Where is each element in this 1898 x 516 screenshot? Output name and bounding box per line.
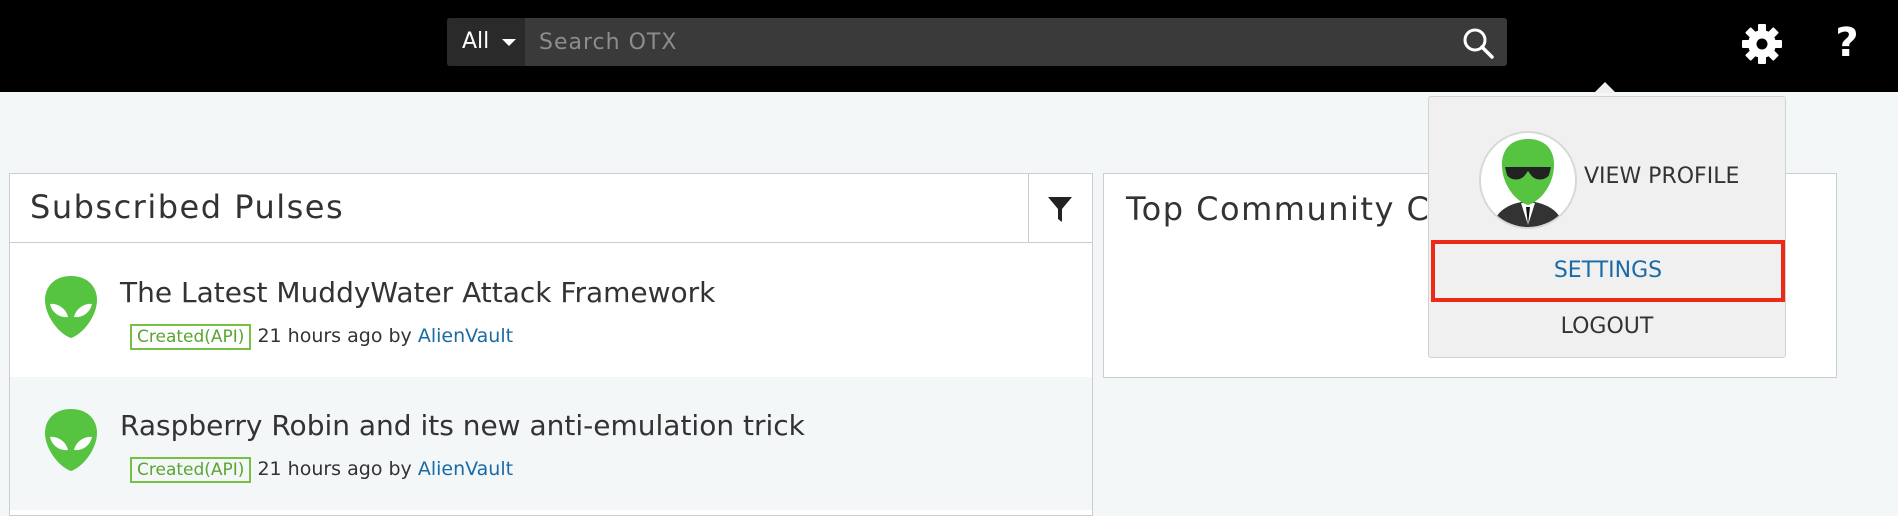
gear-icon	[1742, 24, 1782, 64]
avatar[interactable]	[1479, 131, 1577, 229]
filter-icon	[1048, 197, 1072, 222]
help-button[interactable]: ?	[1830, 18, 1864, 68]
pulse-time: 21 hours ago	[257, 325, 383, 347]
pulse-title-link[interactable]: Raspberry Robin and its new anti-emulati…	[120, 409, 805, 442]
subscribed-pulses-panel: Subscribed Pulses The Latest MuddyWater …	[9, 173, 1093, 516]
top-navigation-bar: All ?	[0, 0, 1898, 92]
pulse-list-item[interactable]: Raspberry Robin and its new anti-emulati…	[10, 377, 1092, 510]
view-profile-link[interactable]: VIEW PROFILE	[1584, 164, 1739, 189]
alien-agent-avatar-icon	[1493, 139, 1563, 227]
search-input[interactable]	[539, 18, 1419, 66]
alien-icon	[45, 409, 97, 471]
pulse-time: 21 hours ago	[257, 458, 383, 480]
search-scope-dropdown[interactable]: All	[447, 18, 525, 66]
filter-button[interactable]	[1028, 174, 1092, 243]
search-bar: All	[447, 18, 1507, 66]
author-link[interactable]: AlienVault	[418, 325, 513, 347]
panel-title: Top Community Co	[1126, 190, 1452, 228]
panel-title: Subscribed Pulses	[30, 188, 345, 226]
caret-down-icon	[502, 39, 516, 46]
search-scope-label: All	[462, 29, 490, 54]
pulse-title-link[interactable]: The Latest MuddyWater Attack Framework	[120, 276, 715, 309]
pulse-list-item[interactable]: The Latest MuddyWater Attack Framework C…	[10, 244, 1092, 377]
panel-header: Subscribed Pulses	[10, 174, 1092, 243]
pulse-by-label: by	[388, 458, 412, 480]
pulse-meta: Created(API) 21 hours ago by AlienVault	[130, 457, 513, 483]
pulse-meta: Created(API) 21 hours ago by AlienVault	[130, 324, 513, 350]
created-api-badge: Created(API)	[130, 457, 252, 483]
alien-icon	[45, 276, 97, 338]
logout-menu-item[interactable]: LOGOUT	[1429, 307, 1785, 347]
pulse-by-label: by	[388, 325, 412, 347]
settings-menu-item[interactable]: SETTINGS	[1431, 240, 1785, 302]
menu-pointer-arrow	[1594, 82, 1616, 93]
user-dropdown-menu: VIEW PROFILE SETTINGS LOGOUT	[1428, 96, 1786, 358]
created-api-badge: Created(API)	[130, 324, 252, 350]
author-link[interactable]: AlienVault	[418, 458, 513, 480]
search-icon	[1463, 28, 1494, 59]
settings-gear-button[interactable]	[1740, 22, 1784, 66]
question-mark-icon: ?	[1835, 20, 1859, 66]
search-button[interactable]	[1461, 26, 1495, 60]
